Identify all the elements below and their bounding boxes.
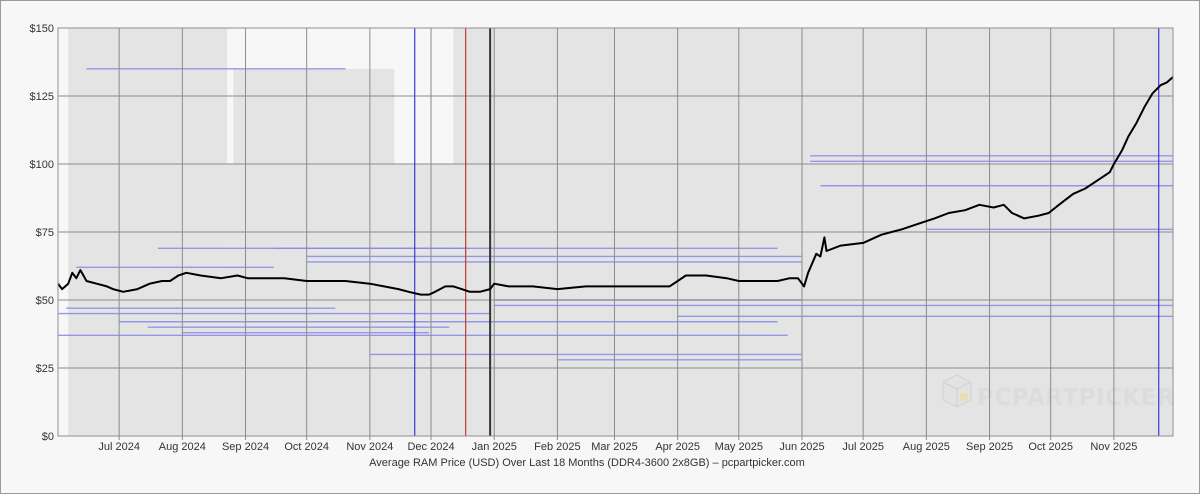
y-tick-label: $25 [36, 363, 54, 375]
y-tick-label: $100 [30, 159, 54, 171]
x-tick-label: Jan 2025 [472, 441, 517, 453]
x-tick-label: Mar 2025 [591, 441, 637, 453]
y-tick-label: $75 [36, 227, 54, 239]
x-tick-label: Jun 2025 [779, 441, 824, 453]
y-tick-label: $0 [42, 431, 54, 443]
x-tick-label: Sep 2025 [966, 441, 1013, 453]
price-history-chart: PCPARTPICKER $0 $25 $50 $75 $100 $125 $150 Jul… [30, 23, 1175, 469]
y-tick-label: $50 [36, 295, 54, 307]
x-tick-label: Oct 2024 [284, 441, 329, 453]
y-tick-label: $125 [30, 91, 54, 103]
x-tick-label: Feb 2025 [534, 441, 580, 453]
x-tick-label: Apr 2025 [655, 441, 700, 453]
x-tick-label: Nov 2024 [346, 441, 393, 453]
watermark-text: PCPARTPICKER [977, 385, 1175, 411]
x-tick-label: Oct 2025 [1028, 441, 1073, 453]
x-tick-label: Jul 2024 [98, 441, 140, 453]
chart-frame: PCPARTPICKER $0 $25 $50 $75 $100 $125 $150 Jul… [0, 0, 1200, 494]
x-axis-ticks: Jul 2024 Aug 2024 Sep 2024 Oct 2024 Nov 2024… [98, 436, 1137, 453]
x-tick-label: Aug 2024 [159, 441, 206, 453]
x-tick-label: Nov 2025 [1090, 441, 1137, 453]
y-axis-ticks: $0 $25 $50 $75 $100 $125 $150 [30, 23, 54, 443]
x-tick-label: Sep 2024 [222, 441, 269, 453]
x-tick-label: Dec 2024 [407, 441, 454, 453]
x-axis-caption: Average RAM Price (USD) Over Last 18 Mon… [369, 457, 805, 469]
y-tick-label: $150 [30, 23, 54, 35]
range-band-4 [233, 68, 307, 436]
range-band-5 [306, 68, 395, 436]
x-tick-label: May 2025 [715, 441, 763, 453]
x-tick-label: Jul 2025 [842, 441, 884, 453]
x-tick-label: Aug 2025 [903, 441, 950, 453]
